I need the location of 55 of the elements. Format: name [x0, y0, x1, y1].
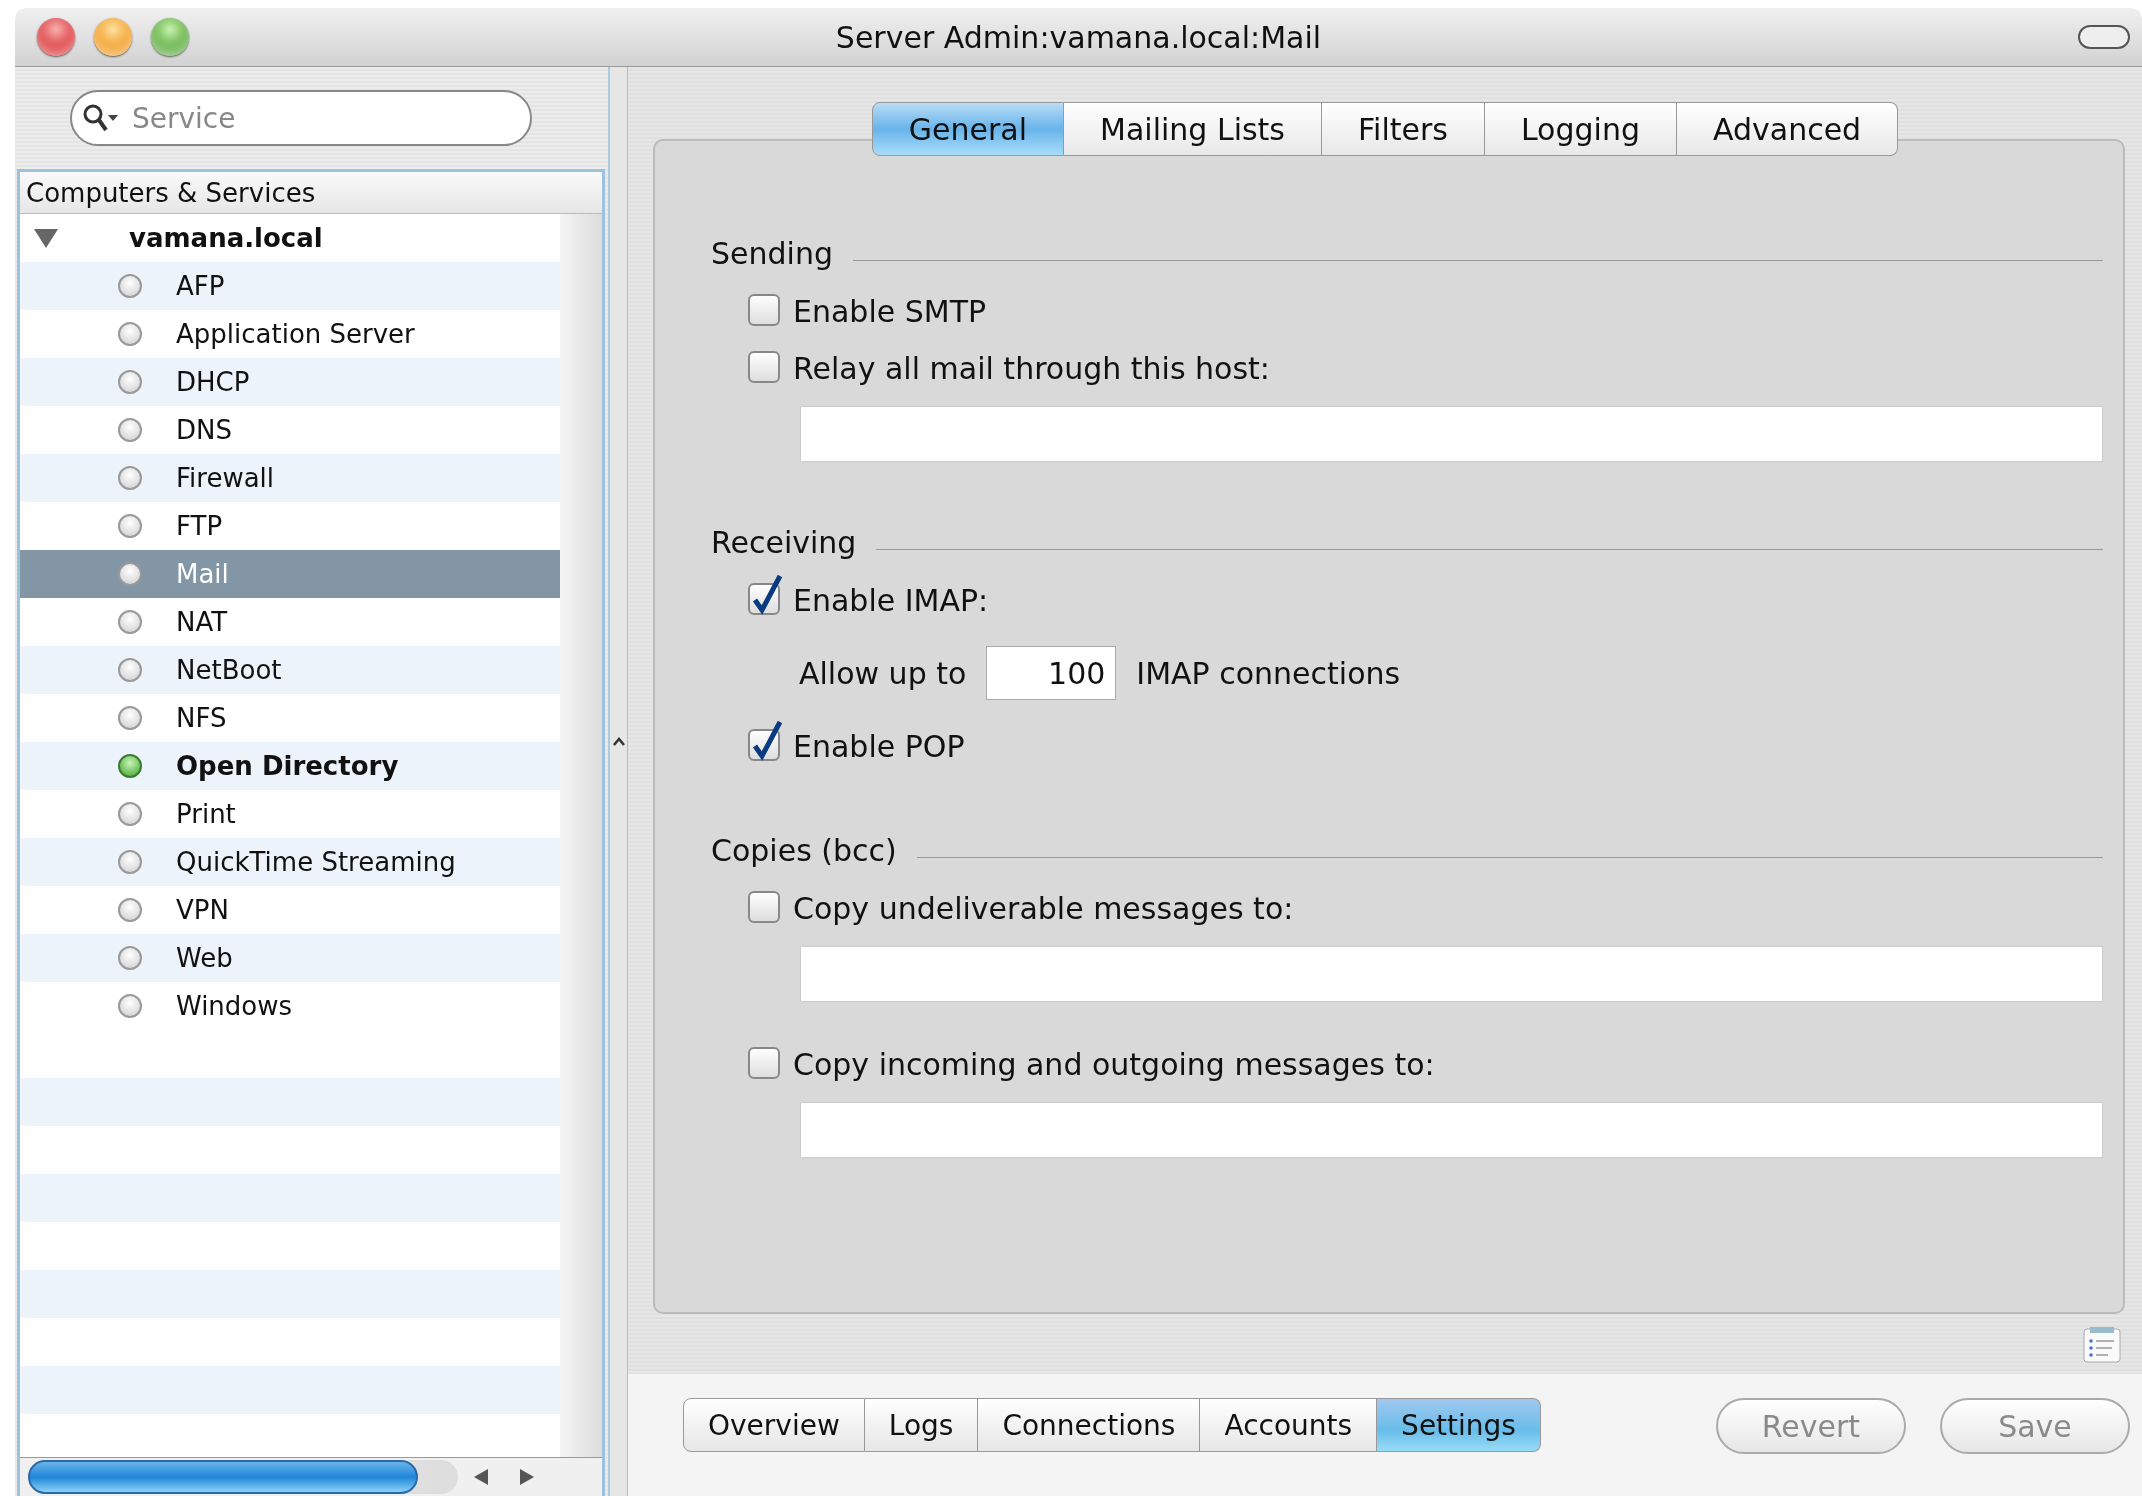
service-item[interactable]: Application Server	[20, 310, 560, 358]
close-button[interactable]	[37, 18, 75, 56]
service-item[interactable]: NFS	[20, 694, 560, 742]
disclosure-triangle-icon[interactable]	[33, 227, 59, 249]
service-item[interactable]: VPN	[20, 886, 560, 934]
checkbox-label[interactable]: Enable IMAP:	[793, 582, 989, 618]
zoom-button[interactable]	[151, 18, 189, 56]
tab[interactable]: Filters	[1322, 102, 1485, 156]
search-field[interactable]: Service	[70, 90, 532, 146]
input-field[interactable]	[800, 1102, 2103, 1158]
scroll-bar[interactable]	[28, 1460, 458, 1494]
toolbar-toggle-button[interactable]	[2078, 25, 2130, 49]
checkbox[interactable]	[747, 574, 783, 616]
section-title: Receiving	[711, 524, 857, 560]
section-title: Copies (bcc)	[711, 832, 897, 868]
checkbox-label[interactable]: Copy incoming and outgoing messages to:	[793, 1046, 1435, 1082]
view-tab[interactable]: Settings	[1377, 1398, 1541, 1452]
caret-icon	[611, 736, 626, 747]
tab[interactable]: Logging	[1484, 102, 1677, 156]
service-item[interactable]: Windows	[20, 982, 560, 1030]
checkbox[interactable]	[747, 720, 783, 762]
service-item[interactable]: NetBoot	[20, 646, 560, 694]
tab[interactable]: Mailing Lists	[1064, 102, 1322, 156]
server-name[interactable]: vamana.local	[129, 223, 323, 253]
service-item[interactable]: FTP	[20, 502, 560, 550]
minimize-button[interactable]	[94, 18, 132, 56]
view-tab[interactable]: Accounts	[1200, 1398, 1378, 1452]
tab[interactable]: Advanced	[1676, 102, 1899, 156]
service-item[interactable]: Firewall	[20, 454, 560, 502]
search-icon[interactable]	[82, 103, 120, 133]
service-item[interactable]: AFP	[20, 262, 560, 310]
window-title: Server Admin:vamana.local:Mail	[835, 19, 1322, 55]
column-header: Computers & Services	[26, 177, 316, 208]
section-title: Sending	[711, 235, 833, 271]
input-field[interactable]	[800, 946, 2103, 1002]
checkbox-label[interactable]: Enable SMTP	[793, 293, 987, 329]
service-item[interactable]: QuickTime Streaming	[20, 838, 560, 886]
field-label: Allow up to	[799, 655, 967, 691]
view-tab[interactable]: Overview	[683, 1398, 865, 1452]
service-item[interactable]: DNS	[20, 406, 560, 454]
checkbox-label[interactable]: Copy undeliverable messages to:	[793, 890, 1294, 926]
input-field[interactable]	[800, 406, 2103, 462]
view-tab[interactable]: Logs	[864, 1398, 979, 1452]
view-tab[interactable]: Connections	[978, 1398, 1201, 1452]
service-item[interactable]: DHCP	[20, 358, 560, 406]
list-icon[interactable]	[2082, 1326, 2122, 1364]
checkbox-label[interactable]: Relay all mail through this host:	[793, 350, 1270, 386]
field-label: IMAP connections	[1136, 655, 1401, 691]
number-field[interactable]: 100	[986, 646, 1117, 700]
service-item[interactable]: Print	[20, 790, 560, 838]
service-item[interactable]: Web	[20, 934, 560, 982]
service-item[interactable]: Open Directory	[20, 742, 560, 790]
service-item[interactable]: NAT	[20, 598, 560, 646]
tab[interactable]: General	[871, 102, 1065, 156]
checkbox-label[interactable]: Enable POP	[793, 728, 965, 764]
